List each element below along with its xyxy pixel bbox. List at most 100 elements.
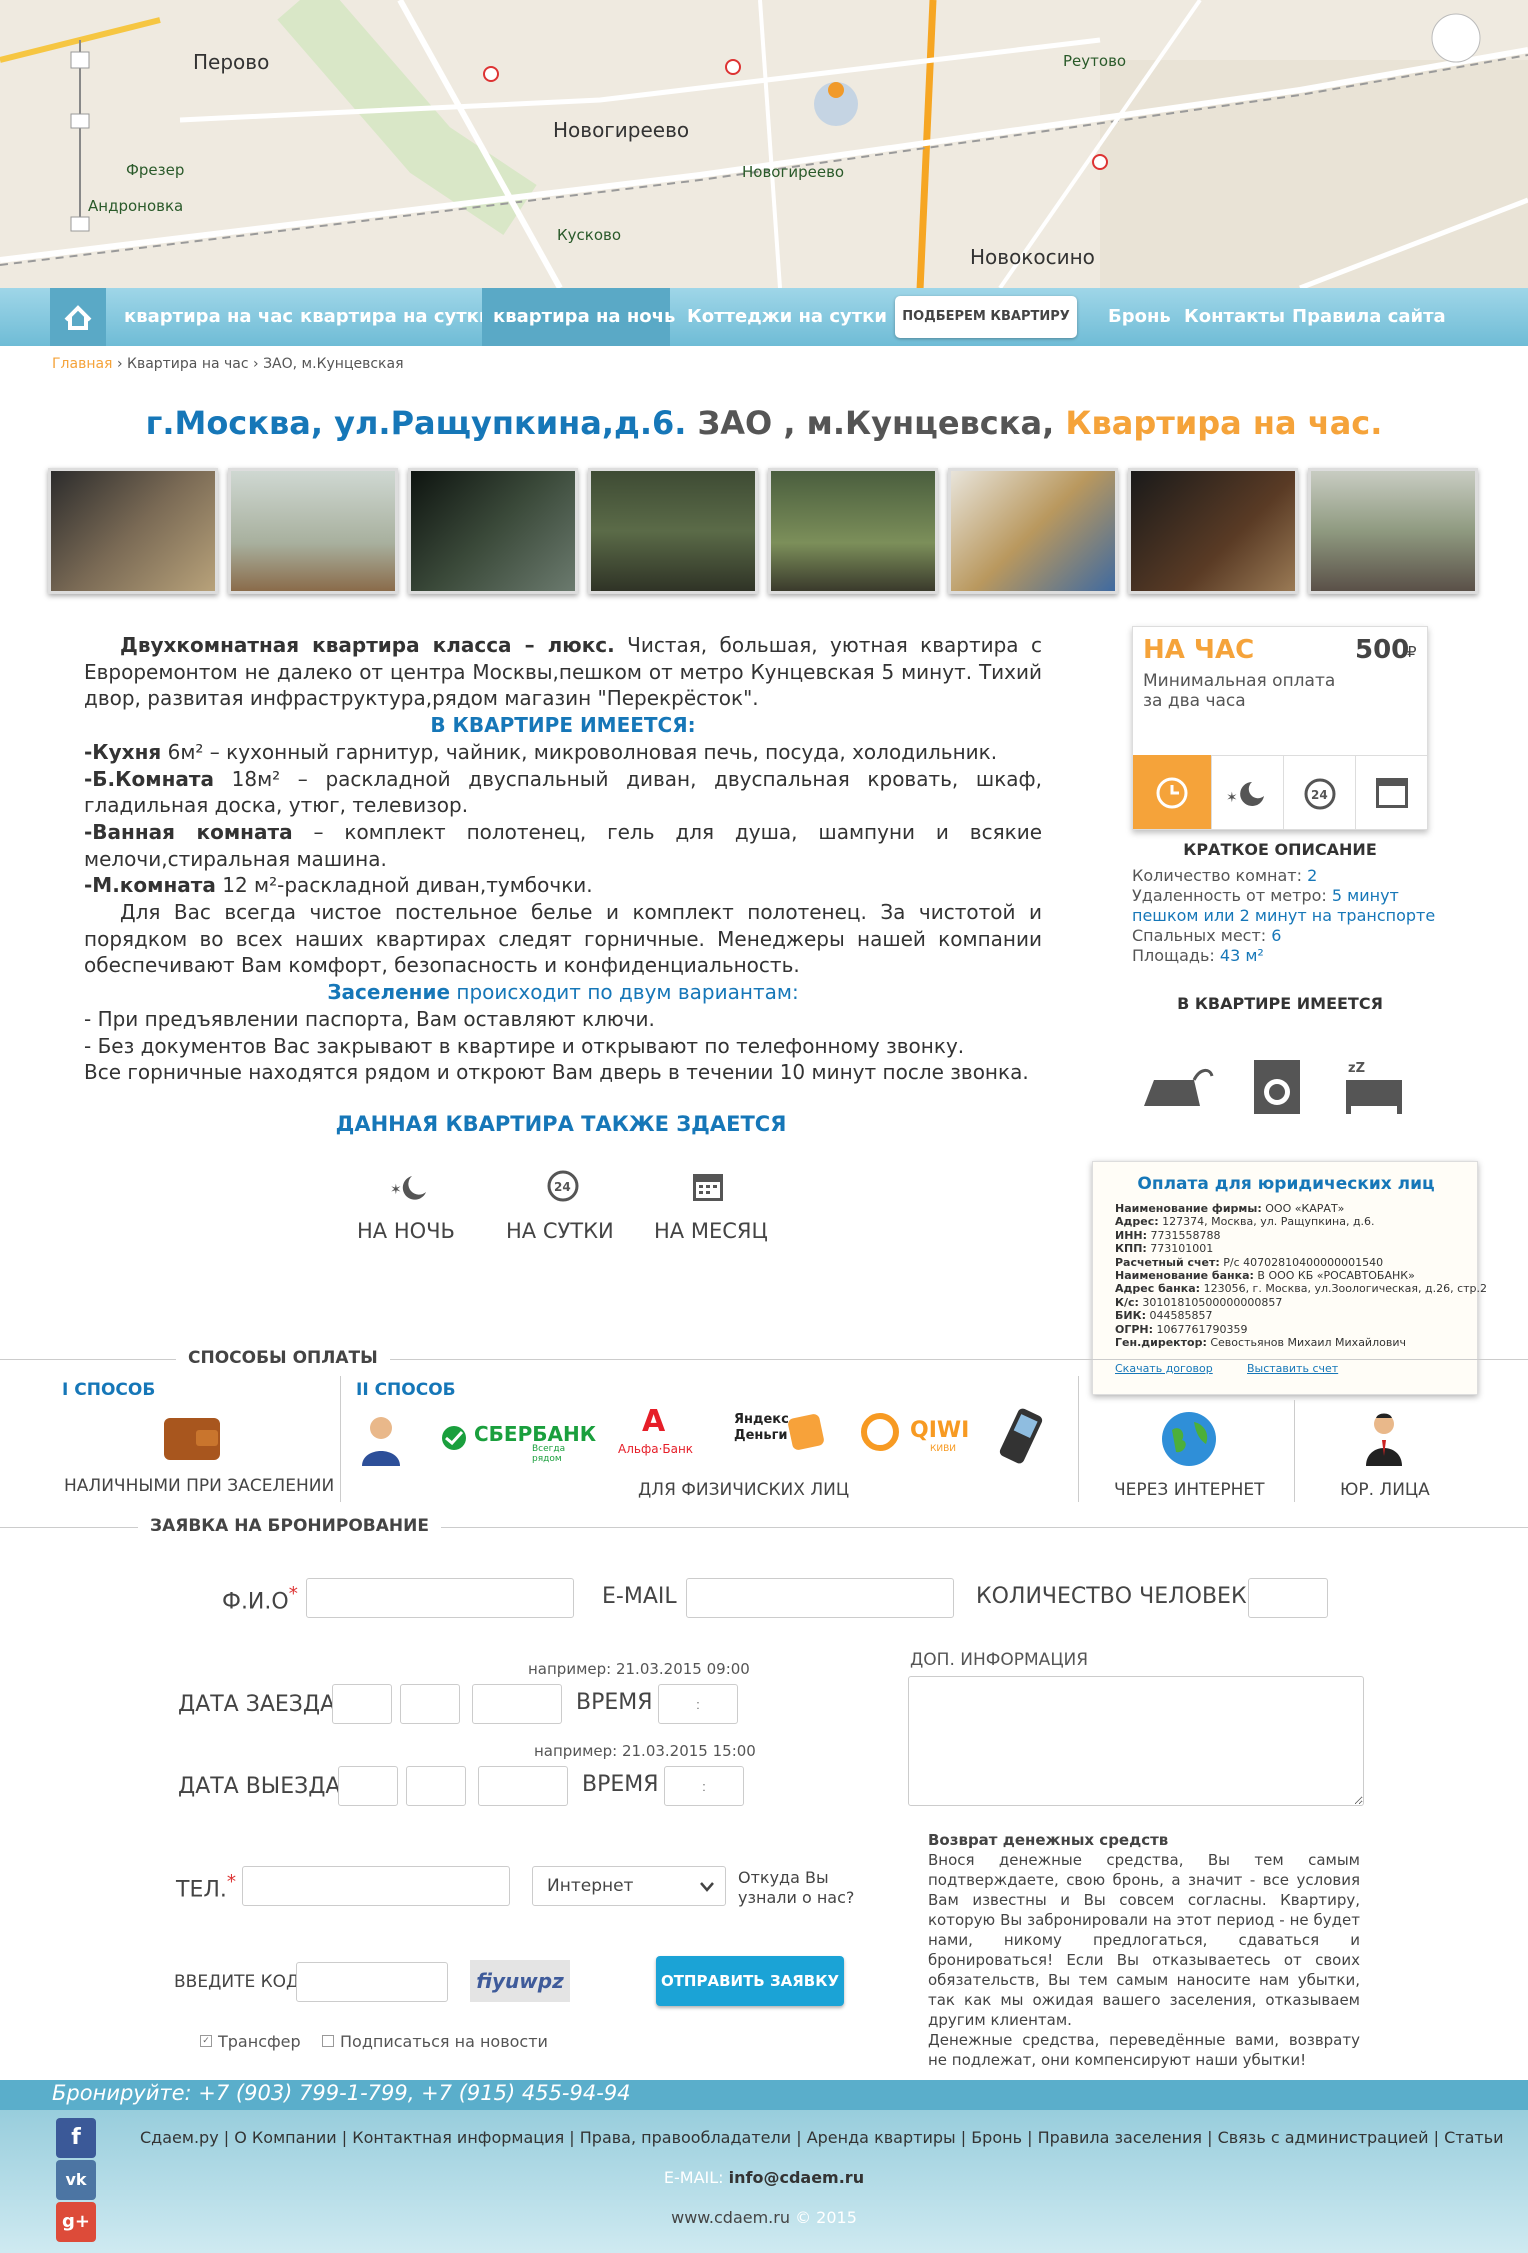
- summary-list: Количество комнат: 2 Удаленность от метр…: [1132, 866, 1462, 966]
- extra-info-textarea[interactable]: [908, 1676, 1364, 1806]
- payment-way1-caption: НАЛИЧНЫМИ ПРИ ЗАСЕЛЕНИИ: [64, 1476, 335, 1496]
- photo-thumbnail[interactable]: [948, 468, 1118, 594]
- phone-input[interactable]: [242, 1866, 510, 1906]
- nav-booking[interactable]: Бронь: [1108, 288, 1171, 346]
- invoice-link[interactable]: Выставить счет: [1247, 1362, 1338, 1375]
- chevron-right-icon: ›: [116, 356, 127, 372]
- desc-mroom-text: 12 м²-раскладной диван,тумбочки.: [215, 873, 593, 898]
- pick-apartment-button[interactable]: ПОДБЕРЕМ КВАРТИРУ: [895, 296, 1077, 338]
- photo-thumbnail[interactable]: [1128, 468, 1298, 594]
- nav-contacts[interactable]: Контакты: [1184, 288, 1285, 346]
- desc-clean: Для Вас всегда чистое постельное белье и…: [84, 900, 1042, 978]
- footer-link[interactable]: Статьи: [1444, 2128, 1503, 2147]
- footer-link[interactable]: Связь с администрацией: [1218, 2128, 1429, 2147]
- footer-email-link[interactable]: info@cdaem.ru: [729, 2168, 864, 2187]
- tab-hour[interactable]: [1133, 755, 1211, 829]
- nav-night[interactable]: квартира на ночь: [493, 288, 675, 346]
- footer-link[interactable]: О Компании: [234, 2128, 336, 2147]
- photo-thumbnail[interactable]: [768, 468, 938, 594]
- submit-button[interactable]: ОТПРАВИТЬ ЗАЯВКУ: [656, 1956, 844, 2006]
- footer-link[interactable]: Правила заселения: [1038, 2128, 1202, 2147]
- divider: [1078, 1376, 1079, 1502]
- washing-machine-icon: [1254, 1060, 1300, 1114]
- fio-input[interactable]: [306, 1578, 574, 1618]
- people-input[interactable]: [1248, 1578, 1328, 1618]
- photo-thumbnail[interactable]: [408, 468, 578, 594]
- transfer-checkbox[interactable]: ✓: [200, 2035, 212, 2047]
- photo-thumbnail[interactable]: [588, 468, 758, 594]
- footer-phones: Бронируйте: +7 (903) 799-1-799, +7 (915)…: [52, 2081, 631, 2105]
- checkout-day-input[interactable]: [338, 1766, 398, 1806]
- refund-block: Возврат денежных средств Внося денежные …: [928, 1830, 1360, 2070]
- date-example: например: 21.03.2015 09:00: [528, 1660, 750, 1678]
- rent-night-link[interactable]: НА НОЧЬ: [357, 1219, 455, 1243]
- desc-lead: Двухкомнатная квартира класса – люкс.: [120, 633, 615, 657]
- breadcrumb-level3: ЗАО, м.Кунцевская: [263, 356, 404, 372]
- desc-mroom: -М.комната: [84, 873, 216, 898]
- home-button[interactable]: [50, 288, 106, 346]
- tab-month[interactable]: [1355, 755, 1427, 829]
- rent-day-link[interactable]: НА СУТКИ: [506, 1219, 614, 1243]
- chevron-right-icon: ›: [253, 356, 264, 372]
- page-title: г.Москва, ул.Ращупкина,д.6. ЗАО , м.Кунц…: [0, 404, 1528, 442]
- desc-kitchen: -Кухня: [84, 739, 162, 764]
- booking-heading: ЗАЯВКА НА БРОНИРОВАНИЕ: [138, 1516, 441, 1536]
- map-place: Кусково: [557, 226, 622, 244]
- legal-popup-title: Оплата для юридических лиц: [1137, 1174, 1435, 1194]
- checkin-month-input[interactable]: [400, 1684, 460, 1724]
- mobile-phone-icon: [999, 1408, 1043, 1464]
- transfer-label: Трансфер: [218, 2032, 301, 2051]
- footer-link[interactable]: Аренда квартиры: [807, 2128, 956, 2147]
- checkin-day-input[interactable]: [332, 1684, 392, 1724]
- map-place: Новогиреево: [742, 163, 845, 181]
- svg-text:zZ: zZ: [1348, 1061, 1365, 1076]
- desc-kitchen-text: 6м² – кухонный гарнитур, чайник, микрово…: [161, 739, 998, 764]
- svg-text:24: 24: [1311, 788, 1328, 802]
- nav-day[interactable]: квартира на сутки: [300, 288, 492, 346]
- photo-thumbnail[interactable]: [48, 468, 218, 594]
- footer-link[interactable]: Права, правообладатели: [580, 2128, 791, 2147]
- payment-way1: I СПОСОБ: [62, 1380, 156, 1400]
- beds-label: Спальных мест:: [1132, 926, 1267, 945]
- svg-text:24: 24: [554, 1180, 571, 1194]
- breadcrumb-level2[interactable]: Квартира на час: [127, 356, 249, 372]
- nav-cottages[interactable]: Коттеджи на сутки: [687, 288, 887, 346]
- extra-info-label: ДОП. ИНФОРМАЦИЯ: [910, 1650, 1089, 1670]
- tab-day[interactable]: 24: [1283, 755, 1355, 829]
- checkin-year-input[interactable]: [472, 1684, 562, 1724]
- payment-heading: СПОСОБЫ ОПЛАТЫ: [176, 1348, 390, 1368]
- checkout-month-input[interactable]: [406, 1766, 466, 1806]
- footer-link[interactable]: Бронь: [971, 2128, 1022, 2147]
- legal-row: Расчетный счет: Р/с 40702810400000001540: [1115, 1255, 1384, 1269]
- captcha-input[interactable]: [296, 1962, 448, 2002]
- footer-copyright: www.cdaem.ru © 2015: [671, 2208, 857, 2227]
- yandex-money-logo: Яндекс Деньги: [732, 1406, 828, 1458]
- subscribe-checkbox[interactable]: [322, 2035, 334, 2047]
- price-value: 500: [1355, 635, 1410, 665]
- nav-rules[interactable]: Правила сайта: [1292, 288, 1446, 346]
- photo-thumbnail[interactable]: [228, 468, 398, 594]
- source-select[interactable]: Интернет: [532, 1866, 726, 1906]
- checkin-time-input[interactable]: [658, 1684, 738, 1724]
- rent-month-link[interactable]: НА МЕСЯЦ: [654, 1219, 768, 1243]
- amenities-heading: В КВАРТИРЕ ИМЕЕТСЯ: [1177, 994, 1383, 1013]
- map[interactable]: Перово Новогиреево Новокосино Реутово Фр…: [0, 0, 1528, 288]
- photo-thumbnail[interactable]: [1308, 468, 1478, 594]
- checkout-year-input[interactable]: [478, 1766, 568, 1806]
- breadcrumb: Главная › Квартира на час › ЗАО, м.Кунце…: [52, 356, 404, 372]
- footer-link[interactable]: Сдаем.ру: [140, 2128, 219, 2147]
- captcha-image: fiyuwpz: [470, 1960, 570, 2002]
- nav-hour[interactable]: квартира на час: [124, 288, 293, 346]
- checkin-time-label: ВРЕМЯ: [576, 1690, 653, 1715]
- footer-link[interactable]: Контактная информация: [352, 2128, 564, 2147]
- email-input[interactable]: [686, 1578, 954, 1618]
- legal-row: Наименование банка: В ООО КБ «РОСАВТОБАН…: [1115, 1269, 1415, 1283]
- checkout-time-input[interactable]: [664, 1766, 744, 1806]
- download-contract-link[interactable]: Скачать договор: [1115, 1362, 1213, 1375]
- price-note: за два часа: [1143, 691, 1246, 711]
- breadcrumb-home[interactable]: Главная: [52, 356, 112, 372]
- chevron-down-icon: [700, 1882, 714, 1892]
- payment-way3-caption: ЧЕРЕЗ ИНТЕРНЕТ: [1114, 1480, 1265, 1500]
- tab-night[interactable]: ✶: [1211, 755, 1283, 829]
- facebook-icon[interactable]: f: [56, 2118, 96, 2158]
